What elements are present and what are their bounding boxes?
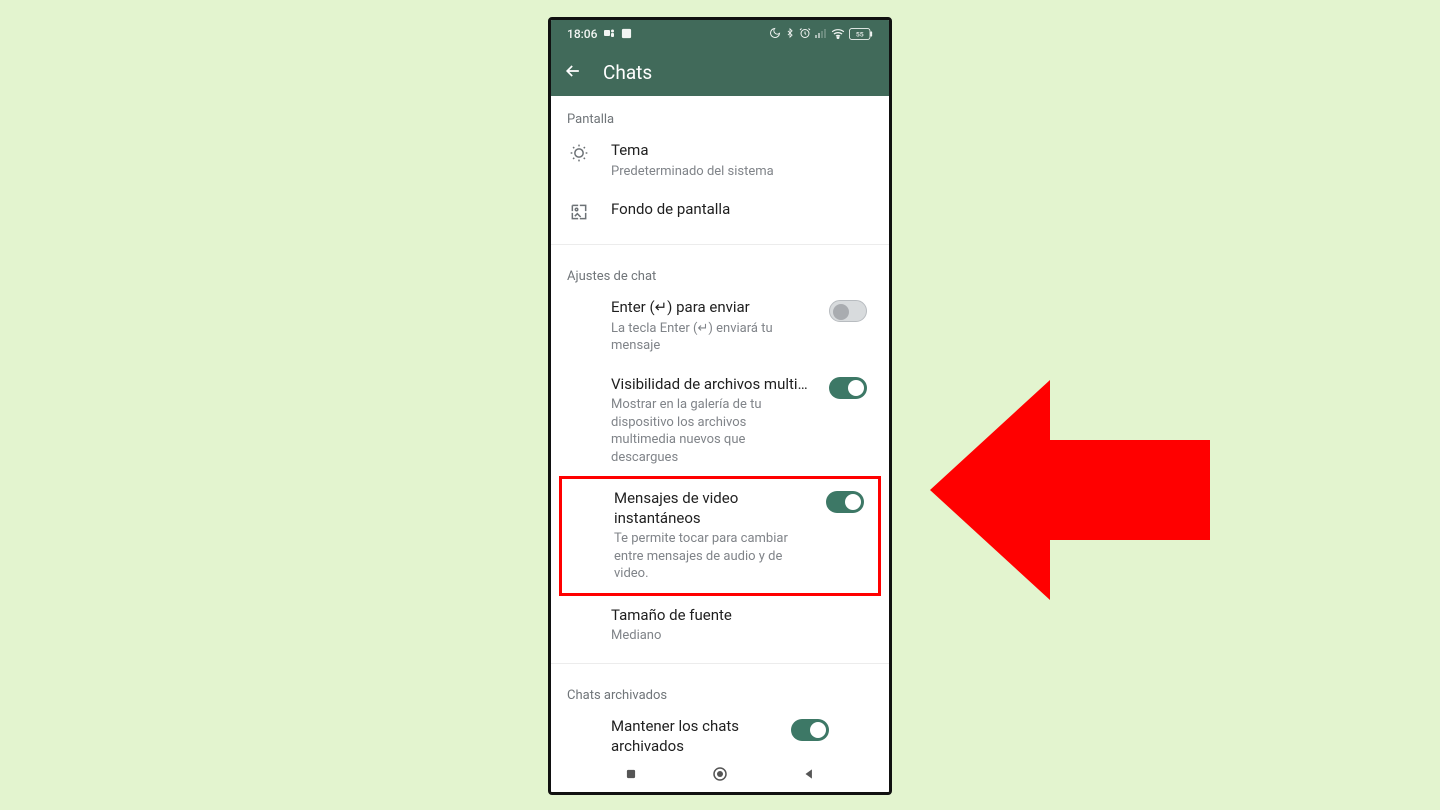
moon-icon [769,27,781,41]
row-font-size[interactable]: Tamaño de fuente Mediano [551,596,889,655]
row-sub: Predeterminado del sistema [611,163,873,181]
toggle-video-messages[interactable] [826,491,864,513]
alarm-icon [799,27,811,41]
divider [551,663,889,664]
toggle-enter-send[interactable] [829,300,867,322]
row-enter-send[interactable]: Enter (↵) para enviar La tecla Enter (↵)… [551,288,889,365]
nav-recents-button[interactable] [622,765,640,783]
highlight-video-messages: Mensajes de video instantáneos Te permit… [559,476,881,596]
divider [551,244,889,245]
row-video-messages[interactable]: Mensajes de video instantáneos Te permit… [570,485,870,587]
row-tema[interactable]: Tema Predeterminado del sistema [551,131,889,190]
toggle-media-visibility[interactable] [829,377,867,399]
svg-text:55: 55 [856,31,864,39]
teams-icon [603,27,615,41]
row-title: Enter (↵) para enviar [611,298,809,318]
signal-icon [815,28,827,40]
nav-back-button[interactable] [800,765,818,783]
app-bar: Chats [551,48,889,96]
row-sub: Mediano [611,627,873,645]
row-sub: Mostrar en la galería de tu dispositivo … [611,396,809,466]
wifi-icon [831,28,845,41]
row-title: Tema [611,141,873,161]
row-fondo[interactable]: Fondo de pantalla [551,190,889,236]
row-title: Tamaño de fuente [611,606,873,626]
row-media-visibility[interactable]: Visibilidad de archivos multime… Mostrar… [551,365,889,477]
status-time: 18:06 [567,27,597,41]
back-icon[interactable] [563,61,583,84]
section-label-pantalla: Pantalla [551,96,889,131]
row-keep-archived[interactable]: Mantener los chats archivados Los chats … [551,707,889,756]
phone-frame: 18:06 55 [548,17,892,795]
row-sub: La tecla Enter (↵) enviará tu mensaje [611,320,809,355]
row-title: Fondo de pantalla [611,200,873,220]
linkedin-icon [621,28,632,41]
section-label-ajustes: Ajustes de chat [551,253,889,288]
nav-home-button[interactable] [711,765,729,783]
status-bar: 18:06 55 [551,20,889,48]
wallpaper-icon [569,202,589,226]
section-label-archived: Chats archivados [551,672,889,707]
bluetooth-icon [785,27,795,41]
android-nav-bar [551,756,889,792]
annotation-arrow [930,340,1230,640]
row-title: Visibilidad de archivos multime… [611,375,809,395]
toggle-keep-archived[interactable] [791,719,829,741]
page-title: Chats [603,61,652,84]
row-title: Mantener los chats archivados [611,717,771,756]
settings-content: Pantalla Tema Predeterminado del sistema… [551,96,889,756]
battery-icon: 55 [849,28,873,40]
row-title: Mensajes de video instantáneos [614,489,806,528]
theme-icon [569,143,589,167]
row-sub: Te permite tocar para cambiar entre mens… [614,530,806,583]
